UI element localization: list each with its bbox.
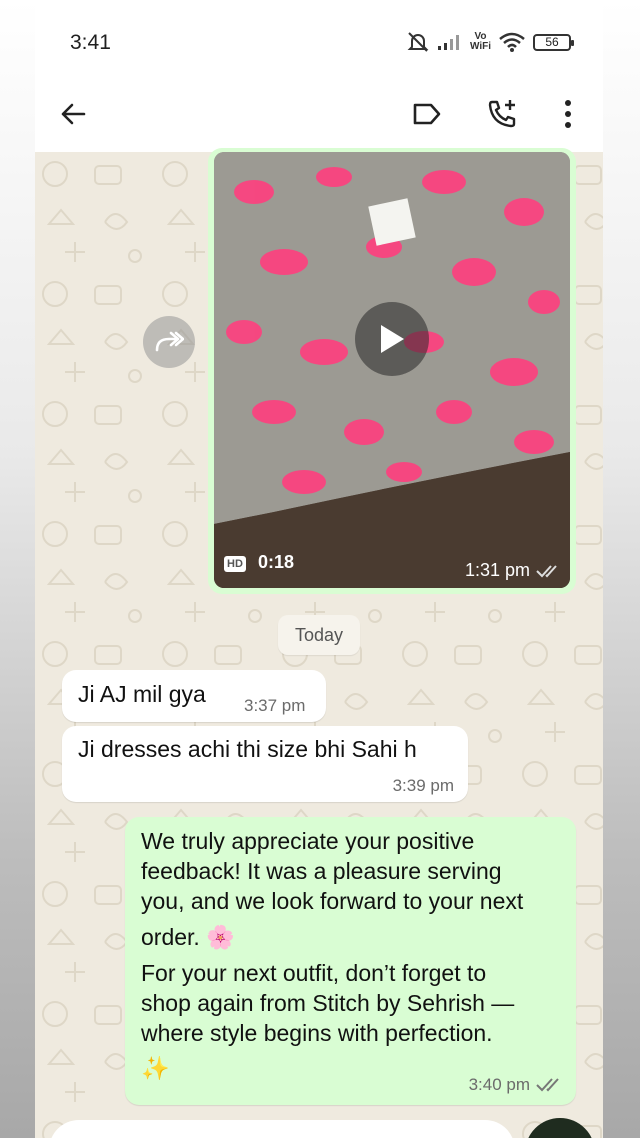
incoming-message[interactable]: Ji AJ mil gya 3:37 pm [62,670,326,722]
vowifi-label: Vo WiFi [469,31,491,52]
play-icon [381,325,404,353]
forward-button[interactable] [143,316,195,368]
label-button[interactable] [405,92,449,136]
double-check-icon [536,564,557,577]
video-duration: 0:18 [258,552,295,572]
status-bar: 3:41 Vo WiFi 56 [35,0,603,80]
message-meta: 3:40 pm [469,1075,562,1095]
double-check-icon [536,1078,559,1092]
incoming-message[interactable]: Ji dresses achi thi size bhi Sahi h 3:39… [62,726,468,802]
chat-app-bar [35,80,603,154]
mute-bell-icon [407,32,429,52]
video-thumbnail[interactable]: HD 0:18 1:31 pm [214,152,570,588]
message-line: where style begins with perfection. [141,1020,493,1046]
message-body: We truly appreciate your positive feedba… [141,826,571,1088]
message-text: Ji AJ mil gya [78,681,206,707]
more-options-button[interactable] [546,92,590,136]
message-time: 1:31 pm [464,560,530,580]
message-line: order. 🌸 [141,924,235,950]
message-input[interactable] [49,1120,515,1138]
play-button[interactable] [355,302,429,376]
message-line: shop again from Stitch by Sehrish — [141,990,515,1016]
video-message-time: 1:31 pm [465,560,560,581]
message-line: feedback! It was a pleasure serving [141,858,502,884]
message-time: 3:40 pm [468,1075,530,1094]
add-call-icon [488,100,516,128]
more-vert-icon [565,100,571,128]
message-line: For your next outfit, don’t forget to [141,960,487,986]
signal-icon [437,35,459,50]
status-time: 3:41 [70,31,111,54]
message-line: We truly appreciate your positive [141,828,475,854]
video-message-bubble[interactable]: HD 0:18 1:31 pm [208,148,576,594]
message-text: Ji dresses achi thi size bhi Sahi h [78,736,417,762]
wifi-icon [499,32,525,52]
battery-indicator: 56 [533,33,574,51]
back-arrow-icon [61,103,86,125]
message-time: 3:39 pm [392,776,454,795]
message-line: you, and we look forward to your next [141,888,524,914]
outgoing-message[interactable]: We truly appreciate your positive feedba… [125,817,576,1105]
add-call-button[interactable] [480,92,524,136]
status-icons: Vo WiFi 56 [406,26,574,58]
forward-icon [155,331,184,352]
phone-screen: 3:41 Vo WiFi 56 HD 0:18 1:31 pm Today Ji… [35,0,603,1138]
label-icon [413,103,441,125]
hd-badge: HD [224,556,246,572]
date-divider: Today [278,615,360,655]
message-time: 3:37 pm [244,696,306,715]
back-button[interactable] [51,92,95,136]
